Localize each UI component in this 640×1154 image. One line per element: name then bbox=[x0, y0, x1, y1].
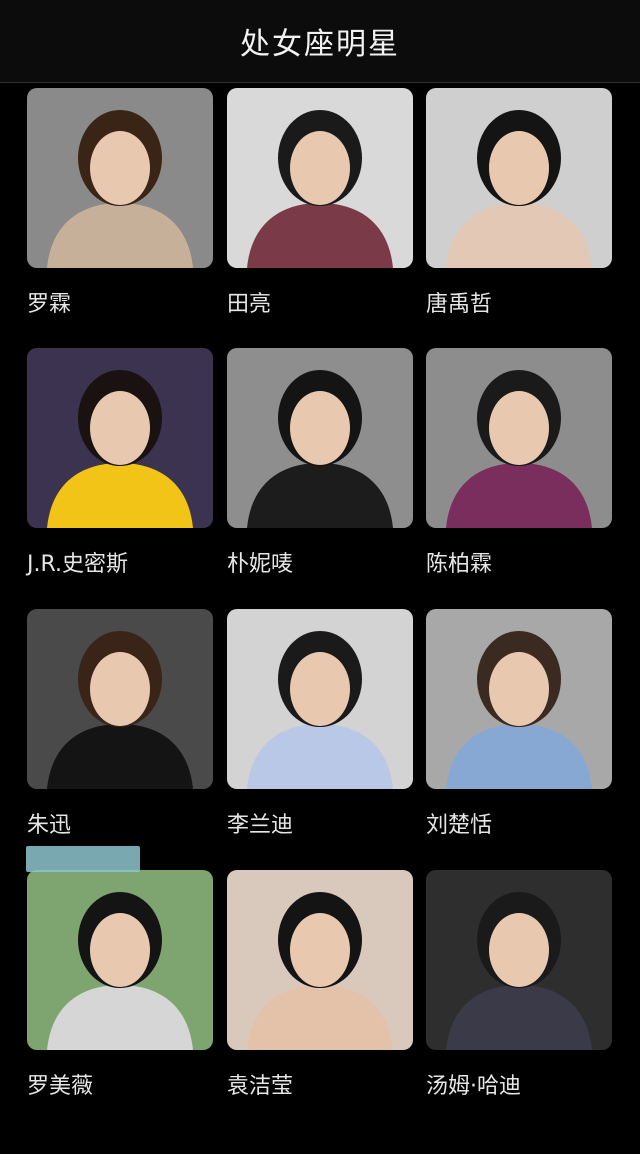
portrait-face bbox=[489, 652, 549, 726]
portrait-image bbox=[426, 348, 612, 528]
portrait-image bbox=[426, 609, 612, 789]
celebrity-card[interactable]: 罗美薇 bbox=[27, 870, 217, 1100]
portrait-face bbox=[90, 391, 150, 465]
portrait-face bbox=[90, 652, 150, 726]
celebrity-photo[interactable] bbox=[227, 348, 413, 528]
portrait-face bbox=[290, 391, 350, 465]
celebrity-name[interactable]: 刘楚恬 bbox=[426, 807, 492, 839]
celebrity-name[interactable]: 朱迅 bbox=[27, 807, 71, 839]
portrait-face bbox=[290, 652, 350, 726]
celebrity-card[interactable]: 李兰迪 bbox=[227, 609, 417, 839]
portrait-face bbox=[290, 131, 350, 205]
portrait-image bbox=[227, 88, 413, 268]
celebrity-card[interactable]: 田亮 bbox=[227, 88, 417, 318]
portrait-image bbox=[27, 870, 213, 1050]
celebrity-name[interactable]: 唐禹哲 bbox=[426, 286, 492, 318]
celebrity-photo[interactable] bbox=[426, 609, 612, 789]
portrait-image bbox=[27, 348, 213, 528]
portrait-image bbox=[227, 609, 413, 789]
celebrity-card[interactable]: 汤姆·哈迪 bbox=[426, 870, 616, 1100]
portrait-image bbox=[426, 88, 612, 268]
celebrity-card[interactable]: J.R.史密斯 bbox=[27, 348, 217, 578]
portrait-face bbox=[489, 913, 549, 987]
celebrity-photo[interactable] bbox=[27, 88, 213, 268]
celebrity-grid: 罗霖 田亮 唐禹哲 J.R.史密斯 朴妮唛 陈柏霖 朱迅 李兰迪 刘楚恬 罗美薇 bbox=[0, 82, 640, 1154]
celebrity-card[interactable]: 袁洁莹 bbox=[227, 870, 417, 1100]
celebrity-card[interactable]: 罗霖 bbox=[27, 88, 217, 318]
page-title: 处女座明星 bbox=[240, 27, 400, 62]
celebrity-name[interactable]: 陈柏霖 bbox=[426, 546, 492, 578]
celebrity-card[interactable]: 唐禹哲 bbox=[426, 88, 616, 318]
celebrity-card[interactable]: 朱迅 bbox=[27, 609, 217, 839]
celebrity-card[interactable]: 朴妮唛 bbox=[227, 348, 417, 578]
celebrity-name[interactable]: 朴妮唛 bbox=[227, 546, 293, 578]
portrait-face bbox=[489, 391, 549, 465]
celebrity-photo[interactable] bbox=[227, 88, 413, 268]
portrait-image bbox=[27, 609, 213, 789]
celebrity-name[interactable]: 罗美薇 bbox=[27, 1068, 93, 1100]
celebrity-photo[interactable] bbox=[27, 870, 213, 1050]
redaction-mark bbox=[26, 846, 140, 872]
celebrity-name[interactable]: 袁洁莹 bbox=[227, 1068, 293, 1100]
portrait-face bbox=[290, 913, 350, 987]
portrait-image bbox=[227, 348, 413, 528]
celebrity-photo[interactable] bbox=[27, 609, 213, 789]
portrait-face bbox=[489, 131, 549, 205]
celebrity-name[interactable]: 田亮 bbox=[227, 286, 271, 318]
celebrity-name[interactable]: 李兰迪 bbox=[227, 807, 293, 839]
celebrity-photo[interactable] bbox=[426, 870, 612, 1050]
portrait-face bbox=[90, 913, 150, 987]
celebrity-photo[interactable] bbox=[426, 88, 612, 268]
celebrity-card[interactable]: 刘楚恬 bbox=[426, 609, 616, 839]
celebrity-photo[interactable] bbox=[227, 609, 413, 789]
celebrity-card[interactable]: 陈柏霖 bbox=[426, 348, 616, 578]
celebrity-name[interactable]: 罗霖 bbox=[27, 286, 71, 318]
page-header: 处女座明星 bbox=[0, 0, 640, 83]
portrait-image bbox=[426, 870, 612, 1050]
celebrity-photo[interactable] bbox=[227, 870, 413, 1050]
portrait-image bbox=[27, 88, 213, 268]
portrait-face bbox=[90, 131, 150, 205]
portrait-image bbox=[227, 870, 413, 1050]
celebrity-photo[interactable] bbox=[426, 348, 612, 528]
celebrity-name[interactable]: J.R.史密斯 bbox=[27, 546, 128, 578]
celebrity-photo[interactable] bbox=[27, 348, 213, 528]
celebrity-name[interactable]: 汤姆·哈迪 bbox=[426, 1068, 521, 1100]
